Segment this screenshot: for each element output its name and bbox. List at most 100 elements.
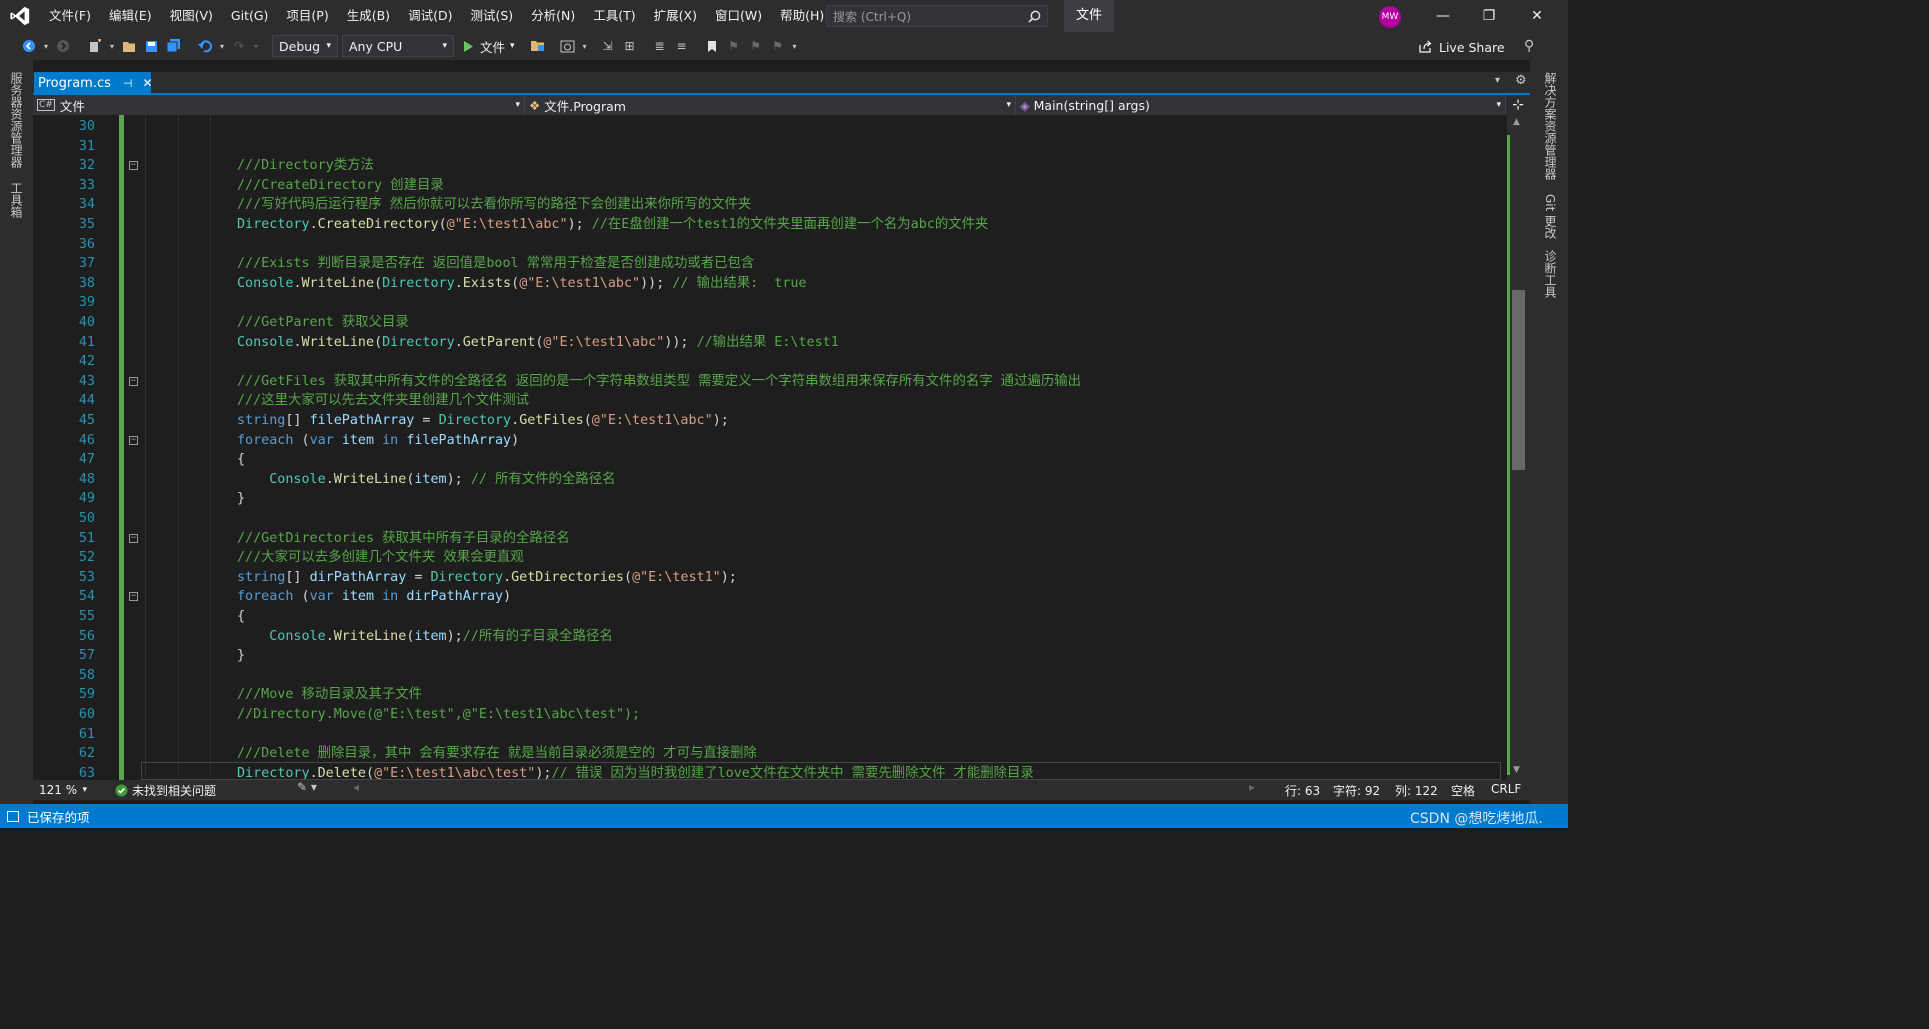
tab-list-dropdown-icon[interactable]: ▾ [1495, 75, 1500, 86]
code-line[interactable]: 56 Console.WriteLine(item);//所有的子目录全路径名 [33, 627, 1507, 647]
chevron-down-icon[interactable]: ▾ [581, 37, 589, 55]
code-line[interactable]: 53 string[] dirPathArray = Directory.GetD… [33, 568, 1507, 588]
scroll-up-icon[interactable]: ▲ [1513, 117, 1520, 127]
chevron-down-icon[interactable]: ▾ [791, 37, 799, 55]
platform-select[interactable]: Any CPU ▾ [342, 35, 454, 57]
class-select[interactable]: ❖ 文件.Program ▾ [525, 95, 1016, 115]
code-line[interactable]: 51 − ///GetDirectories 获取其中所有子目录的全路径名 [33, 529, 1507, 549]
tab-program-cs[interactable]: Program.cs ⊣ ✕ [34, 72, 153, 94]
minimize-icon[interactable]: — [1420, 0, 1466, 32]
server-explorer-tab[interactable]: 服务器资源管理器 [8, 72, 25, 168]
start-button[interactable]: 文件 ▾ [462, 37, 515, 56]
collapse-icon[interactable]: − [129, 592, 138, 602]
code-line[interactable]: 30 [33, 117, 1507, 137]
git-changes-tab[interactable]: Git 更改 [1542, 194, 1559, 239]
visual-studio-logo-icon[interactable] [0, 0, 40, 32]
new-project-icon[interactable] [86, 37, 104, 55]
chevron-down-icon[interactable]: ▾ [42, 37, 50, 55]
code-line[interactable]: 55 { [33, 607, 1507, 627]
open-folder-icon[interactable] [120, 37, 138, 55]
code-line[interactable]: 39 [33, 293, 1507, 313]
redo-icon[interactable]: ↷ [230, 37, 248, 55]
code-editor[interactable]: 30 31 32 − ///Directory类方法 33 ///CreateDirecto… [33, 115, 1507, 780]
step-over-icon[interactable]: ⊞ [621, 37, 639, 55]
menu-help[interactable]: 帮助(H) [771, 0, 833, 32]
code-line[interactable]: 61 [33, 725, 1507, 745]
next-bookmark-icon[interactable]: ⚑ [747, 37, 765, 55]
whitespace-indicator[interactable]: 空格 [1451, 782, 1475, 799]
code-line[interactable]: 37 ///Exists 判断目录是否存在 返回值是bool 常常用于检查是否创建… [33, 254, 1507, 274]
issues-indicator[interactable]: 未找到相关问题 [115, 782, 216, 799]
code-line[interactable]: 41 Console.WriteLine(Directory.GetParent(… [33, 333, 1507, 353]
forward-icon[interactable] [54, 37, 72, 55]
code-line[interactable]: 62 ///Delete 删除目录，其中 会有要求存在 就是当前目录必须是空的 才… [33, 744, 1507, 764]
menu-analyze[interactable]: 分析(N) [522, 0, 584, 32]
vertical-scrollbar[interactable]: ▲ ▼ [1507, 115, 1530, 780]
menu-test[interactable]: 测试(S) [461, 0, 522, 32]
code-line[interactable]: 48 Console.WriteLine(item); // 所有文件的全路径名 [33, 470, 1507, 490]
code-line[interactable]: 49} [33, 489, 1507, 509]
menu-window[interactable]: 窗口(W) [706, 0, 771, 32]
feedback-icon[interactable]: ⚲ [1524, 38, 1534, 54]
save-all-icon[interactable] [164, 37, 182, 55]
file-explorer-icon[interactable] [529, 37, 547, 55]
menu-build[interactable]: 生成(B) [338, 0, 399, 32]
diagnostic-tools-tab[interactable]: 诊断工具 [1542, 250, 1559, 298]
menu-project[interactable]: 项目(P) [277, 0, 337, 32]
live-share-button[interactable]: Live Share [1418, 36, 1505, 58]
line-ending-indicator[interactable]: CRLF [1491, 782, 1521, 796]
code-line[interactable]: 44 ///这里大家可以先去文件夹里创建几个文件测试 [33, 391, 1507, 411]
menu-view[interactable]: 视图(V) [161, 0, 222, 32]
save-icon[interactable] [142, 37, 160, 55]
code-line[interactable]: 35 Directory.CreateDirectory(@"E:\test1\a… [33, 215, 1507, 235]
scroll-down-icon[interactable]: ▼ [1513, 765, 1520, 775]
column-indicator[interactable]: 列: 122 [1395, 782, 1438, 799]
bookmark-icon[interactable] [703, 37, 721, 55]
collapse-icon[interactable]: − [129, 435, 138, 445]
menu-tools[interactable]: 工具(T) [584, 0, 644, 32]
undo-icon[interactable] [196, 37, 214, 55]
clear-bookmarks-icon[interactable]: ⚑ [769, 37, 787, 55]
toolbox-tab[interactable]: 工具箱 [8, 182, 25, 218]
scroll-left-icon[interactable]: ◂ [353, 780, 359, 794]
restore-icon[interactable]: ❐ [1466, 0, 1512, 32]
char-indicator[interactable]: 字符: 92 [1333, 782, 1380, 799]
menu-extensions[interactable]: 扩展(X) [645, 0, 706, 32]
code-line[interactable]: 42 [33, 352, 1507, 372]
code-line[interactable]: 57} [33, 646, 1507, 666]
outdent-icon[interactable]: ≣ [651, 37, 669, 55]
configuration-select[interactable]: Debug ▾ [272, 35, 338, 57]
code-line[interactable]: 33 ///CreateDirectory 创建目录 [33, 176, 1507, 196]
search-input[interactable]: 搜索 (Ctrl+Q) [826, 5, 1048, 27]
code-line[interactable]: 31 [33, 137, 1507, 157]
close-icon[interactable]: ✕ [143, 76, 153, 90]
indent-icon[interactable]: ≡ [673, 37, 691, 55]
code-line[interactable]: 46 − foreach (var item in filePathArray) [33, 431, 1507, 451]
zoom-select[interactable]: 121 % ▾ [33, 783, 93, 797]
chevron-down-icon[interactable]: ▾ [252, 37, 260, 55]
chevron-down-icon[interactable]: ▾ [108, 37, 116, 55]
code-line[interactable]: 43 − ///GetFiles 获取其中所有文件的全路径名 返回的是一个字符串数组… [33, 372, 1507, 392]
code-line[interactable]: 52 ///大家可以去多创建几个文件夹 效果会更直观 [33, 548, 1507, 568]
code-line[interactable]: 60 //Directory.Move(@"E:\test",@"E:\test1… [33, 705, 1507, 725]
solution-explorer-tab[interactable]: 解决方案资源管理器 [1542, 72, 1559, 180]
code-line[interactable]: 38 Console.WriteLine(Directory.Exists(@"E… [33, 274, 1507, 294]
pin-icon[interactable]: ⊣ [123, 77, 133, 90]
code-line[interactable]: 54 − foreach (var item in dirPathArray) [33, 587, 1507, 607]
browser-link-icon[interactable] [559, 37, 577, 55]
code-cleanup-icon[interactable]: ✎ ▾ [297, 780, 317, 794]
previous-bookmark-icon[interactable]: ⚑ [725, 37, 743, 55]
project-select[interactable]: C# 文件 ▾ [33, 95, 525, 115]
step-into-icon[interactable]: ⇲ [599, 37, 617, 55]
line-indicator[interactable]: 行: 63 [1285, 782, 1320, 799]
menu-edit[interactable]: 编辑(E) [100, 0, 161, 32]
code-line[interactable]: 50 [33, 509, 1507, 529]
split-editor-icon[interactable]: ⊹ [1506, 95, 1530, 115]
scrollbar-thumb[interactable] [1512, 290, 1525, 470]
code-line[interactable]: 59 ///Move 移动目录及其子文件 [33, 685, 1507, 705]
avatar[interactable]: MW [1379, 6, 1401, 28]
code-line[interactable]: 45 string[] filePathArray = Directory.Get… [33, 411, 1507, 431]
member-select[interactable]: ◈ Main(string[] args) ▾ [1016, 95, 1506, 115]
gear-icon[interactable]: ⚙ [1515, 73, 1527, 88]
chevron-down-icon[interactable]: ▾ [218, 37, 226, 55]
